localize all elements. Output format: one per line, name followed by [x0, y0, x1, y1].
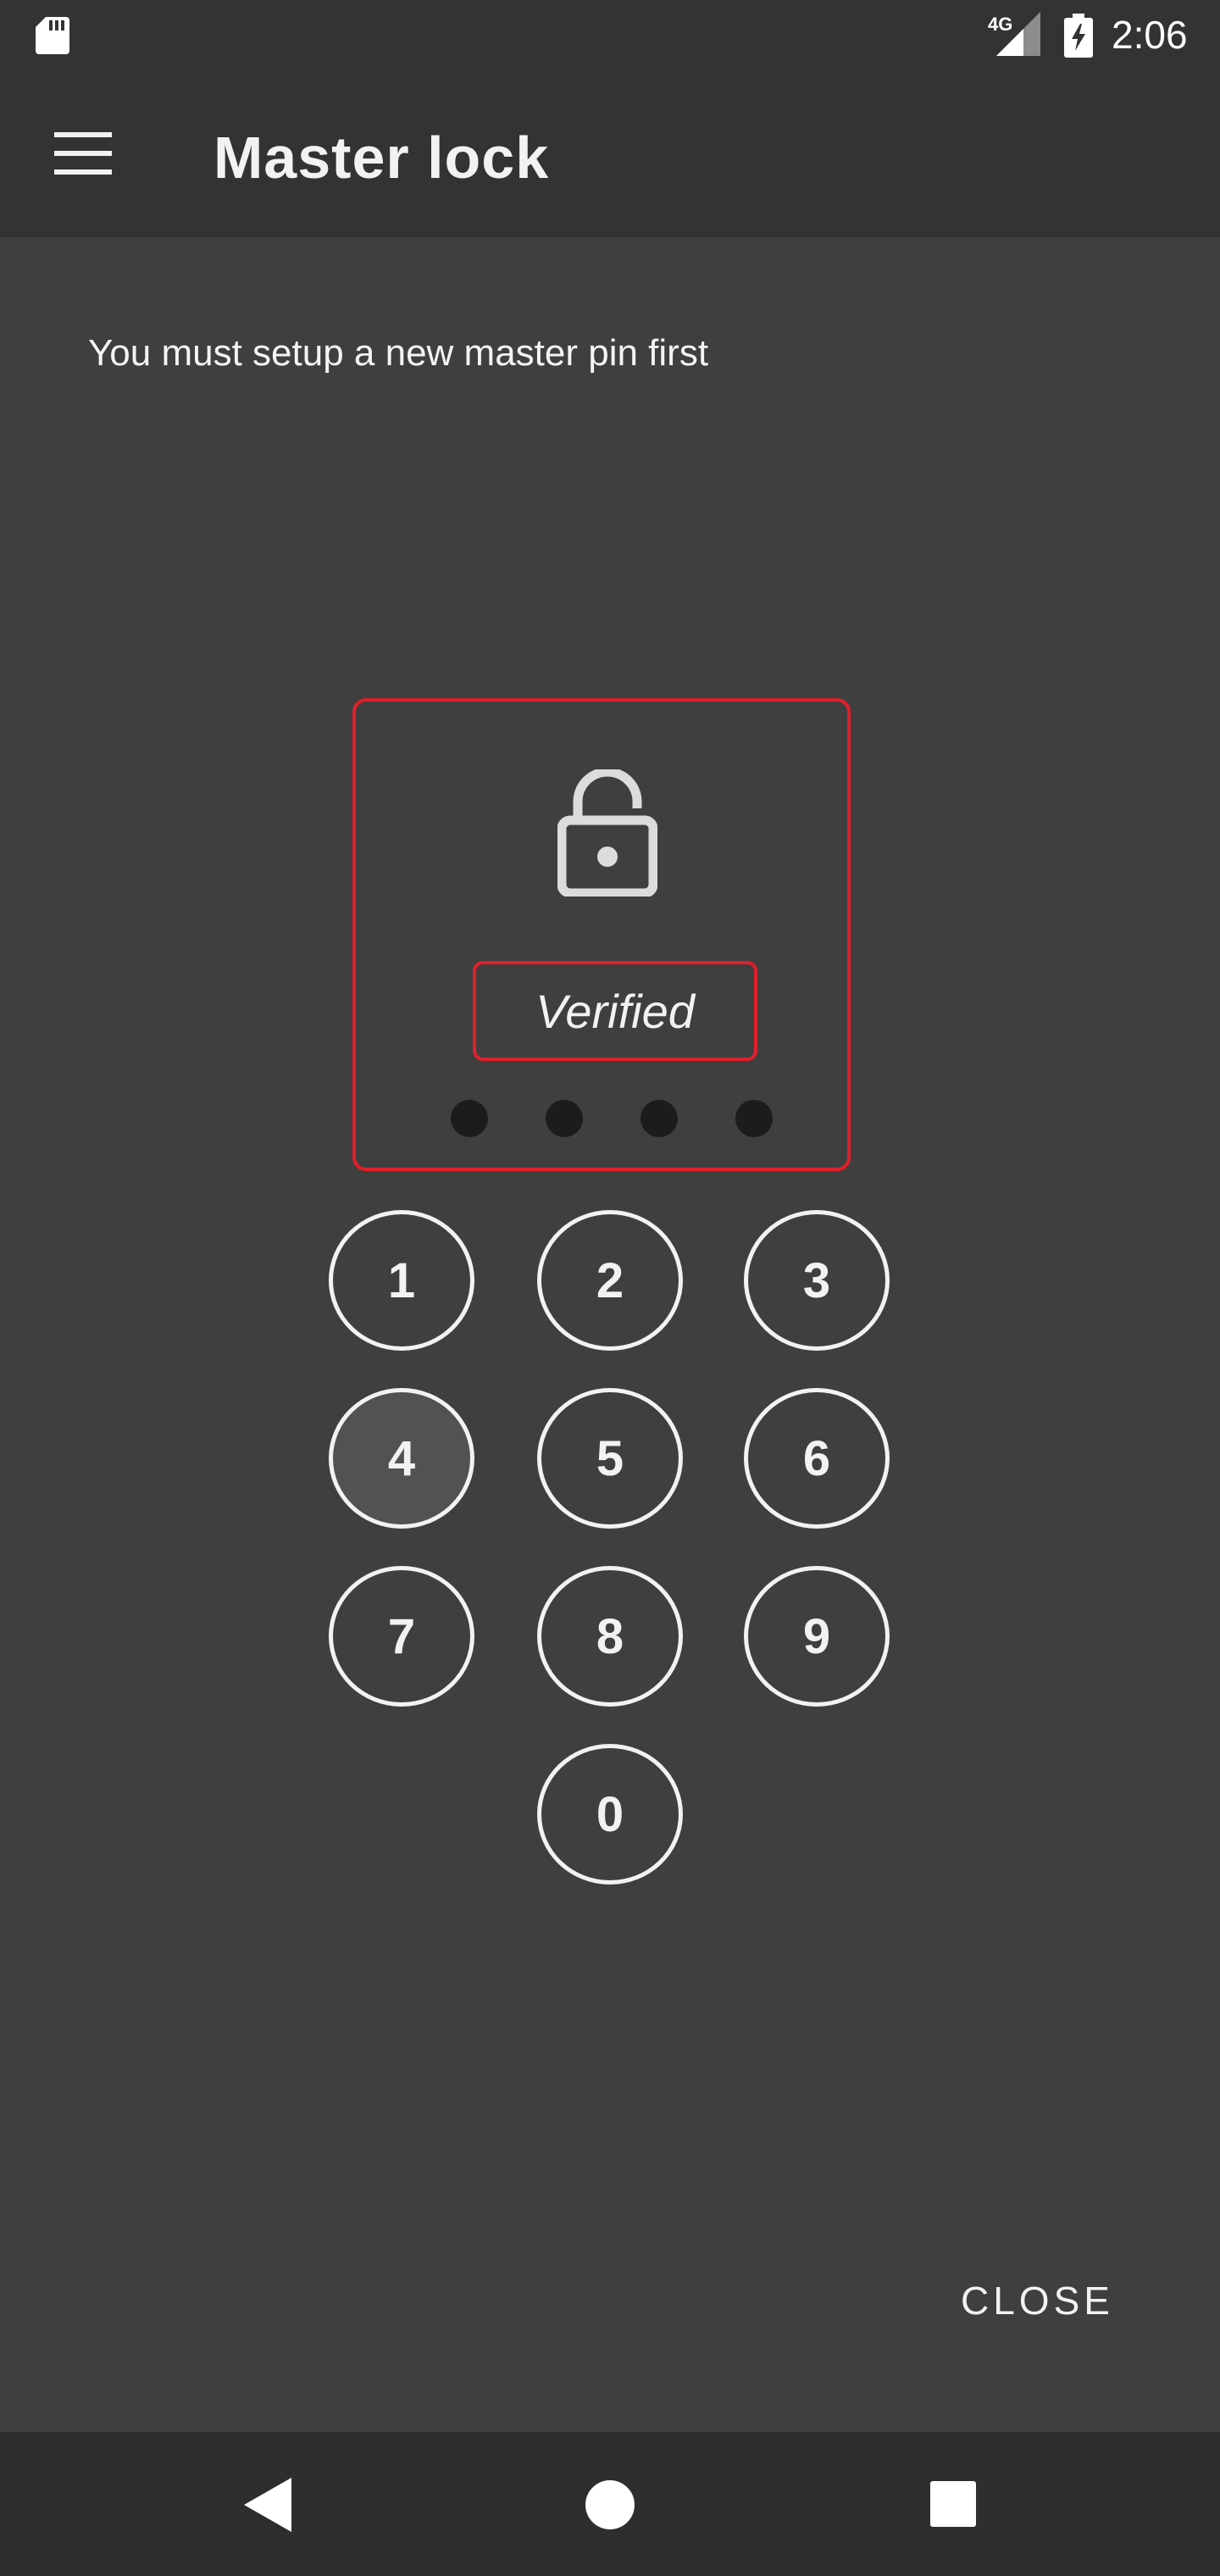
pin-dot [546, 1100, 583, 1137]
keypad-key-9[interactable]: 9 [744, 1566, 890, 1707]
keypad-key-3[interactable]: 3 [744, 1210, 890, 1351]
lock-card: Verified [352, 698, 851, 1171]
clock: 2:06 [1112, 13, 1188, 57]
keypad-key-7[interactable]: 7 [329, 1566, 474, 1707]
page-title: Master lock [214, 125, 550, 191]
app-bar: Master lock [0, 71, 1220, 237]
keypad-key-0[interactable]: 0 [537, 1744, 683, 1885]
keypad-key-5[interactable]: 5 [537, 1388, 683, 1529]
status-label: Verified [535, 984, 695, 1038]
status-badge: Verified [473, 961, 757, 1061]
navigation-bar [0, 2432, 1220, 2576]
pin-indicator [451, 1100, 773, 1139]
network-type-label: 4G [988, 14, 1013, 35]
close-button[interactable]: CLOSE [961, 2278, 1114, 2323]
battery-charging-icon [1064, 14, 1093, 58]
pin-dot [640, 1100, 678, 1137]
keypad-key-2[interactable]: 2 [537, 1210, 683, 1351]
recents-icon[interactable] [930, 2481, 976, 2527]
unlocked-padlock-icon [557, 769, 657, 897]
keypad-key-1[interactable]: 1 [329, 1210, 474, 1351]
keypad-key-6[interactable]: 6 [744, 1388, 890, 1529]
home-icon[interactable] [585, 2479, 635, 2530]
sd-card-icon [36, 17, 69, 54]
status-bar: 4G 2:06 [0, 0, 1220, 71]
keypad-key-8[interactable]: 8 [537, 1566, 683, 1707]
pin-dot [451, 1100, 488, 1137]
setup-message: You must setup a new master pin first [88, 332, 709, 374]
back-icon[interactable] [244, 2478, 291, 2532]
menu-icon[interactable] [54, 132, 112, 175]
pin-dot [735, 1100, 773, 1137]
keypad-key-4[interactable]: 4 [329, 1388, 474, 1529]
